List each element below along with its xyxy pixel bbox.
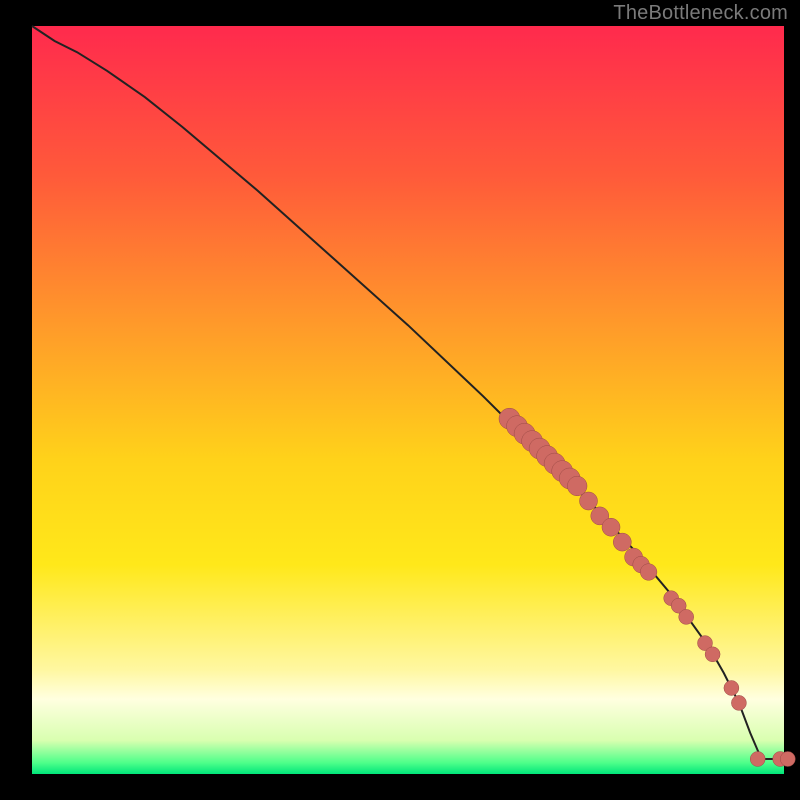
chart-canvas (0, 0, 800, 800)
data-point (679, 609, 694, 624)
data-point (613, 533, 631, 551)
data-point (640, 564, 657, 581)
watermark-text: TheBottleneck.com (613, 2, 788, 25)
data-point (731, 695, 746, 710)
data-point (705, 647, 720, 662)
data-point (567, 476, 587, 496)
chart-stage: { "watermark": "TheBottleneck.com", "col… (0, 0, 800, 800)
data-point (750, 752, 765, 767)
data-point (780, 752, 795, 767)
plot-background (32, 26, 784, 774)
data-point (602, 518, 620, 536)
data-point (580, 492, 598, 510)
data-point (724, 681, 739, 696)
